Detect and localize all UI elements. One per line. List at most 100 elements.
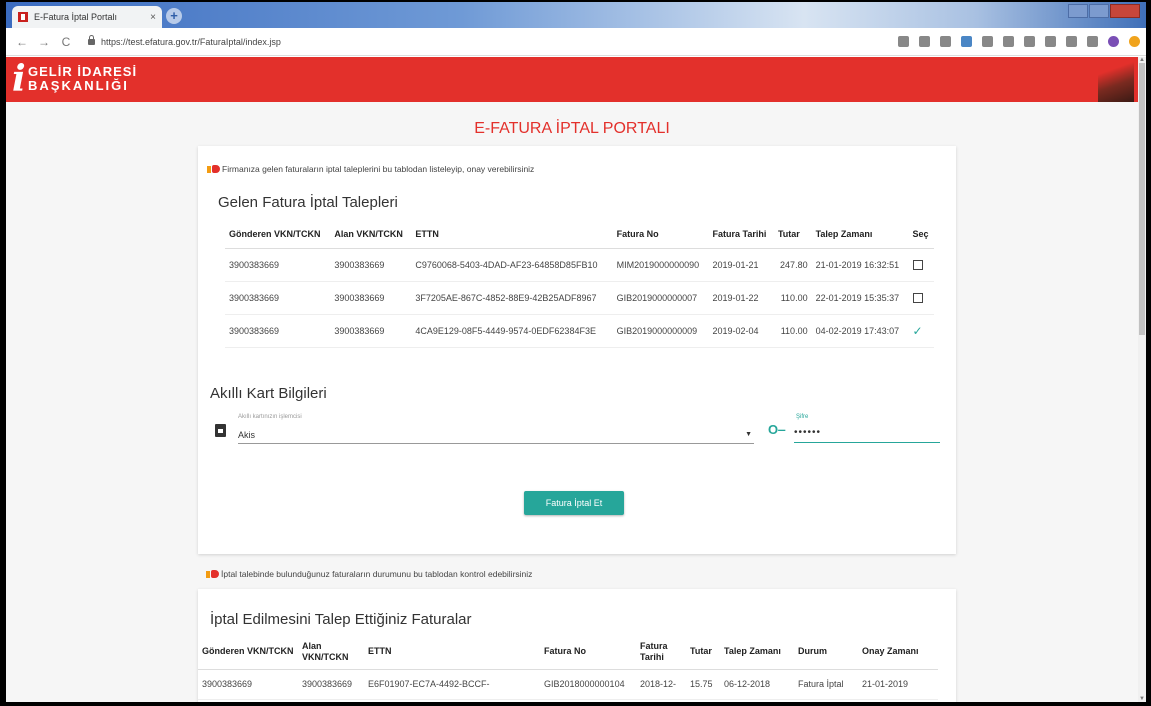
col-select: Seç — [908, 220, 934, 249]
logo-line-1: GELİR İDARESİ — [28, 64, 138, 79]
col-invoice-no[interactable]: Fatura No — [612, 220, 709, 249]
table-row: 3900383669 3900383669 3F7205AE-867C-4852… — [225, 281, 934, 315]
extension-icon[interactable] — [1024, 36, 1035, 47]
page-scrollbar[interactable]: ▲ ▼ — [1138, 57, 1146, 702]
password-label: Şifre — [796, 414, 809, 420]
incoming-hint-text: Firmanıza gelen faturaların iptal talepl… — [222, 164, 535, 174]
cell-ettn: C9760068-5403-4DAD-AF23-64858D85FB10 — [411, 248, 613, 282]
thumbs-up-icon — [206, 570, 219, 578]
extension-icon[interactable] — [1087, 36, 1098, 47]
cell-invoice-date: 2019-01-21 — [708, 248, 774, 282]
page-content: E-FATURA İPTAL PORTALI Firmanıza gelen f… — [6, 102, 1138, 702]
reader-selected-value: Akis — [238, 430, 256, 440]
col-invoice-date[interactable]: Fatura Tarihi — [708, 220, 774, 249]
scrollbar-thumb[interactable] — [1139, 63, 1145, 335]
logo-line-2: BAŞKANLIĞI — [28, 78, 129, 93]
logo-letter: i — [12, 58, 26, 100]
cell-amount: 15.75 — [686, 669, 720, 700]
reload-icon[interactable]: C — [60, 35, 72, 49]
col-approval-time[interactable]: Onay Zamanı — [858, 635, 938, 670]
back-icon[interactable]: ← — [16, 35, 28, 49]
cell-sender: 3900383669 — [198, 669, 298, 700]
cell-request-time: 06-12-2018 — [720, 669, 794, 700]
extensions-toolbar — [898, 36, 1146, 47]
cell-amount: 110.00 — [773, 281, 812, 315]
col-request-time[interactable]: Talep Zamanı — [811, 220, 909, 249]
star-icon[interactable] — [919, 36, 930, 47]
lock-icon — [88, 34, 95, 45]
address-bar: ← → C https://test.efatura.gov.tr/Fatura… — [6, 28, 1146, 56]
cell-status: Fatura İptal — [794, 669, 858, 700]
col-sender[interactable]: Gönderen VKN/TCKN — [225, 220, 331, 249]
extension-icon[interactable] — [961, 36, 972, 47]
select-checkbox[interactable] — [912, 292, 923, 303]
extension-icon[interactable] — [1129, 36, 1140, 47]
extension-icon[interactable] — [982, 36, 993, 47]
cell-sender: 3900383669 — [225, 314, 331, 348]
col-amount[interactable]: Tutar — [773, 220, 812, 249]
cell-approval-time: 21-01-2019 — [858, 669, 938, 700]
new-tab-button[interactable]: + — [166, 8, 182, 24]
cell-select — [908, 248, 934, 282]
window-controls — [1067, 4, 1140, 18]
requested-hint-text: İptal talebinde bulunduğunuz faturaların… — [221, 569, 533, 579]
extension-icon[interactable] — [1066, 36, 1077, 47]
reader-select[interactable]: Akis ▼ — [238, 428, 754, 444]
cell-ettn: 3F7205AE-867C-4852-88E9-42B25ADF8967 — [411, 281, 613, 315]
select-checkbox[interactable] — [912, 259, 923, 270]
col-sender[interactable]: Gönderen VKN/TCKN — [198, 635, 298, 670]
maximize-button[interactable] — [1089, 4, 1109, 18]
table-row: 3900383669 3900383669 4CA9E129-08F5-4449… — [225, 314, 934, 348]
checkmark-icon[interactable]: ✓ — [913, 324, 923, 338]
col-receiver[interactable]: Alan VKN/TCKN — [298, 635, 364, 670]
col-invoice-date[interactable]: Fatura Tarihi — [636, 635, 686, 670]
cell-invoice-date: 2019-01-22 — [708, 281, 774, 315]
site-logo[interactable]: GELİR İDARESİ BAŞKANLIĞI — [28, 65, 137, 93]
table-header-row: Gönderen VKN/TCKN Alan VKN/TCKN ETTN Fat… — [198, 635, 938, 670]
extension-icon[interactable] — [940, 36, 951, 47]
cell-receiver: 3900383669 — [298, 669, 364, 700]
close-window-button[interactable] — [1110, 4, 1140, 18]
cell-receiver: 3900383669 — [330, 248, 412, 282]
cell-invoice-date: 2018-12- — [636, 669, 686, 700]
cell-select — [908, 281, 934, 315]
cell-ettn: E6F01907-EC7A-4492-BCCF- — [364, 669, 540, 700]
table-row: 3900383669 3900383669 E6F01907-EC7A-4492… — [198, 669, 938, 700]
minimize-button[interactable] — [1068, 4, 1088, 18]
reader-label: Akıllı kartınızın işlemcisi — [238, 414, 302, 420]
extension-icon[interactable] — [1003, 36, 1014, 47]
requested-table: Gönderen VKN/TCKN Alan VKN/TCKN ETTN Fat… — [198, 635, 938, 700]
incoming-requests-card: Firmanıza gelen faturaların iptal talepl… — [198, 146, 956, 554]
cell-invoice-no: GIB2019000000007 — [612, 281, 709, 315]
cancel-invoice-button[interactable]: Fatura İptal Et — [524, 491, 624, 515]
chevron-down-icon: ▼ — [745, 431, 752, 438]
cell-invoice-date: 2019-02-04 — [708, 314, 774, 348]
col-request-time[interactable]: Talep Zamanı — [720, 635, 794, 670]
cell-receiver: 3900383669 — [330, 314, 412, 348]
profile-icon[interactable] — [1108, 36, 1119, 47]
col-amount[interactable]: Tutar — [686, 635, 720, 670]
col-ettn[interactable]: ETTN — [411, 220, 613, 249]
url-input[interactable]: https://test.efatura.gov.tr/FaturaIptal/… — [101, 37, 281, 47]
col-invoice-no[interactable]: Fatura No — [540, 635, 636, 670]
browser-tab[interactable]: E-Fatura İptal Portalı × — [12, 6, 162, 28]
header-portrait — [1098, 57, 1134, 102]
key-icon[interactable] — [898, 36, 909, 47]
extension-icon[interactable] — [1045, 36, 1056, 47]
col-receiver[interactable]: Alan VKN/TCKN — [330, 220, 412, 249]
page-title: E-FATURA İPTAL PORTALI — [474, 120, 670, 137]
requested-title: İptal Edilmesini Talep Ettiğiniz Fatural… — [210, 611, 472, 628]
password-field[interactable]: •••••• — [794, 427, 940, 443]
smart-card-title: Akıllı Kart Bilgileri — [210, 385, 327, 402]
cell-receiver: 3900383669 — [330, 281, 412, 315]
cell-sender: 3900383669 — [225, 248, 331, 282]
col-ettn[interactable]: ETTN — [364, 635, 540, 670]
tab-close-icon[interactable]: × — [150, 12, 156, 23]
scroll-down-icon[interactable]: ▼ — [1138, 696, 1146, 702]
table-row: 3900383669 3900383669 C9760068-5403-4DAD… — [225, 248, 934, 282]
forward-icon[interactable]: → — [38, 35, 50, 49]
col-status[interactable]: Durum — [794, 635, 858, 670]
smart-card-icon — [215, 424, 226, 437]
tab-title: E-Fatura İptal Portalı — [34, 12, 118, 22]
key-icon: O‒ — [768, 422, 786, 437]
